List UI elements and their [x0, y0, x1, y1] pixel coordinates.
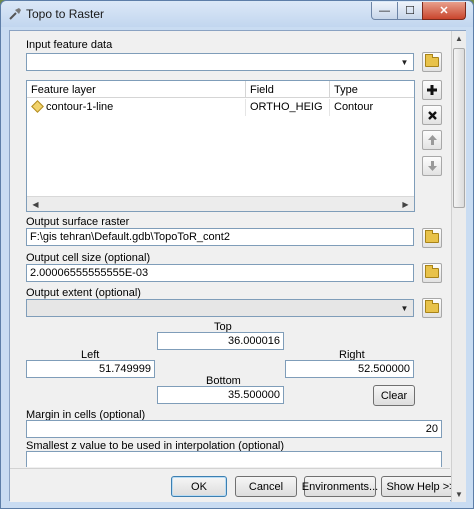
feature-layer-value: contour-1-line — [46, 101, 114, 113]
dropdown-arrow-icon[interactable]: ▼ — [397, 301, 412, 315]
close-button[interactable]: ✕ — [422, 2, 466, 20]
extent-right-input[interactable]: 52.500000 — [285, 360, 414, 378]
output-surface-raster-input[interactable]: F:\gis tehran\Default.gdb\TopoToR_cont2 — [26, 228, 414, 246]
move-down-button[interactable] — [422, 156, 442, 176]
folder-icon — [425, 265, 439, 278]
minimize-button[interactable]: — — [371, 2, 398, 20]
dialog-vertical-scrollbar[interactable]: ▲ ▼ — [451, 31, 466, 502]
layer-icon — [31, 100, 44, 113]
table-horizontal-scrollbar[interactable]: ◀ ▶ — [27, 196, 414, 211]
smallest-z-input[interactable] — [26, 451, 442, 467]
scroll-thumb[interactable] — [453, 48, 465, 208]
extent-top-input[interactable]: 36.000016 — [157, 332, 284, 350]
scroll-down-icon[interactable]: ▼ — [452, 487, 466, 502]
browse-input-button[interactable] — [422, 52, 442, 72]
title-bar[interactable]: Topo to Raster — ☐ ✕ — [1, 1, 473, 27]
table-header: Feature layer Field Type — [27, 81, 414, 98]
browse-cell-size-button[interactable] — [422, 263, 442, 283]
tool-icon — [9, 8, 21, 20]
minimize-icon: — — [379, 4, 390, 17]
clear-extent-button[interactable]: Clear — [373, 385, 415, 406]
extent-left-input[interactable]: 51.749999 — [26, 360, 155, 378]
topo-to-raster-window: Topo to Raster — ☐ ✕ Input feature data … — [0, 0, 474, 509]
scroll-left-icon[interactable]: ◀ — [28, 198, 43, 210]
extent-bottom-input[interactable]: 35.500000 — [157, 386, 284, 404]
show-help-button[interactable]: Show Help >> — [381, 476, 461, 497]
browse-output-raster-button[interactable] — [422, 228, 442, 248]
field-cell[interactable]: ORTHO_HEIG — [246, 99, 330, 116]
browse-extent-button[interactable] — [422, 298, 442, 318]
output-surface-raster-label: Output surface raster — [26, 216, 130, 228]
feature-table[interactable]: Feature layer Field Type contour-1-line … — [26, 80, 415, 212]
close-icon: ✕ — [439, 5, 449, 17]
output-cell-size-input[interactable]: 2.00006555555555E-03 — [26, 264, 414, 282]
table-row[interactable]: contour-1-line ORTHO_HEIG Contour — [27, 99, 414, 116]
button-bar: OK Cancel Environments... Show Help >> — [10, 468, 461, 502]
margin-in-cells-input[interactable]: 20 — [26, 420, 442, 438]
folder-icon — [425, 300, 439, 313]
delete-row-button[interactable] — [422, 105, 442, 125]
dialog-body: Input feature data ▼ Feature layer Field… — [9, 30, 466, 502]
environments-button[interactable]: Environments... — [302, 476, 378, 497]
move-up-button[interactable] — [422, 130, 442, 150]
window-title: Topo to Raster — [26, 7, 105, 21]
scroll-up-icon[interactable]: ▲ — [452, 31, 466, 46]
arrow-down-icon — [427, 161, 437, 171]
maximize-icon: ☐ — [405, 5, 415, 17]
column-header-field[interactable]: Field — [246, 81, 330, 98]
arrow-up-icon — [427, 135, 437, 145]
column-header-feature-layer[interactable]: Feature layer — [27, 81, 246, 98]
output-cell-size-label: Output cell size (optional) — [26, 252, 151, 264]
ok-button[interactable]: OK — [171, 476, 227, 497]
output-extent-combo[interactable]: ▼ — [26, 299, 414, 317]
type-cell[interactable]: Contour — [330, 99, 414, 116]
cancel-button[interactable]: Cancel — [235, 476, 297, 497]
folder-icon — [425, 54, 439, 67]
maximize-button[interactable]: ☐ — [397, 2, 423, 20]
column-header-type[interactable]: Type — [330, 81, 414, 98]
input-feature-data-label: Input feature data — [26, 39, 113, 51]
feature-layer-cell[interactable]: contour-1-line — [27, 99, 246, 116]
folder-icon — [425, 230, 439, 243]
scroll-right-icon[interactable]: ▶ — [398, 198, 413, 210]
add-row-button[interactable] — [422, 80, 442, 100]
delete-icon — [427, 110, 437, 120]
dropdown-arrow-icon[interactable]: ▼ — [397, 55, 412, 69]
input-feature-data-combo[interactable]: ▼ — [26, 53, 414, 71]
output-extent-label: Output extent (optional) — [26, 287, 141, 299]
plus-icon — [427, 85, 437, 95]
